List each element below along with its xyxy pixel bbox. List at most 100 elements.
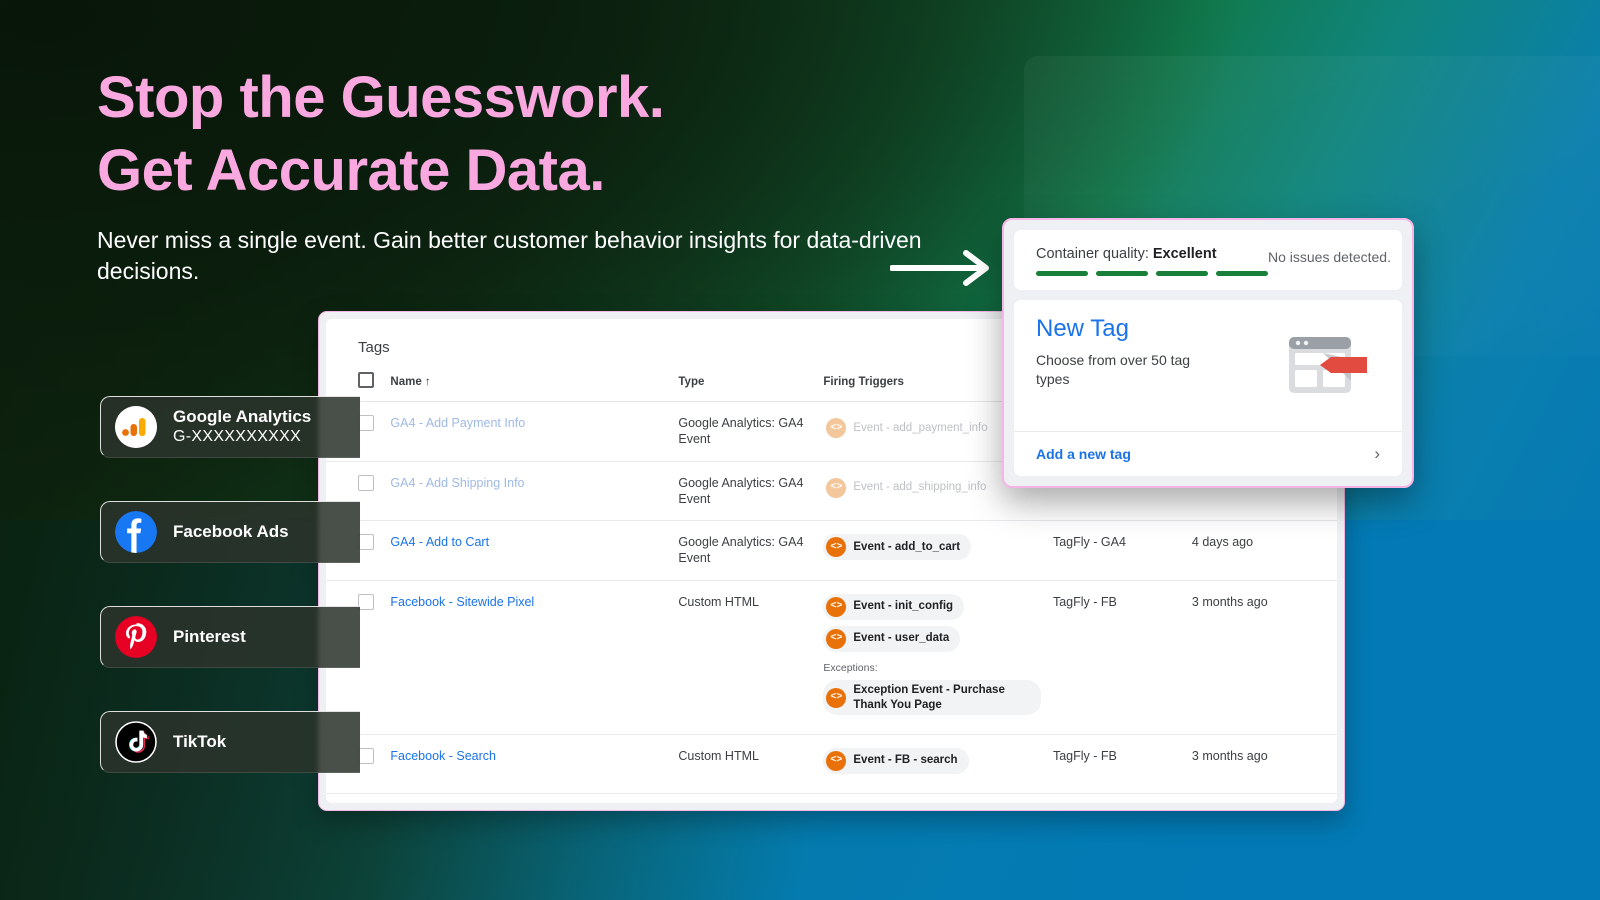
add-new-tag-link[interactable]: Add a new tag [1036, 446, 1131, 462]
platform-card-name: TikTok [173, 732, 227, 751]
headline-line-1: Stop the Guesswork. [97, 65, 665, 130]
code-icon: <> [826, 750, 847, 771]
facebook-icon [115, 511, 157, 553]
hero-subhead: Never miss a single event. Gain better c… [97, 227, 922, 284]
platform-card-tiktok[interactable]: TikTok [100, 711, 360, 773]
column-label-name: Name [390, 375, 422, 388]
cell-tag-name[interactable]: GA4 - Add Payment Info [384, 401, 673, 462]
trigger-chip[interactable]: <> Event - add_to_cart [823, 534, 972, 560]
platform-card-facebook-ads[interactable]: Facebook Ads [100, 501, 360, 563]
cell-tag-name[interactable]: GA4 - Add Shipping Info [384, 461, 673, 521]
cell-tag-type: Pinterest Tag [672, 793, 818, 803]
headline-line-2: Get Accurate Data. [97, 137, 605, 203]
platform-card-google-analytics[interactable]: Google Analytics G-XXXXXXXXXX [100, 396, 360, 458]
page-title: Stop the Guesswork. Get Accurate Data. [97, 62, 927, 207]
platform-card-name: Pinterest [173, 627, 246, 646]
code-icon: <> [826, 687, 847, 708]
tag-name-link[interactable]: GA4 - Add Shipping Info [390, 476, 524, 490]
cell-tag-name[interactable]: Facebook - Search [384, 734, 673, 794]
table-row[interactable]: GA4 - Add to Cart Google Analytics: GA4 E… [326, 520, 1337, 581]
quality-status-text: No issues detected. [1268, 249, 1391, 265]
tag-name-link[interactable]: Facebook - Search [390, 749, 496, 763]
trigger-chip-label: Event - add_to_cart [853, 540, 961, 553]
container-quality-card: Container quality: Excellent No issues d… [1014, 230, 1402, 290]
code-icon: <> [826, 418, 847, 438]
trigger-chip-label: Event - FB - search [853, 754, 958, 767]
cell-tag-name[interactable]: GA4 - Add to Cart [384, 520, 673, 581]
column-header-name[interactable]: Name ↑ [384, 356, 673, 402]
trigger-chip-label: Event - user_data [853, 632, 950, 645]
cell-firing-triggers: <> Event - init_config <> Event - user_data… [817, 580, 1047, 735]
platform-card-id: G-XXXXXXXXXX [173, 427, 302, 445]
new-tag-title: New Tag [1036, 315, 1129, 342]
cell-tag-type: Custom HTML [672, 580, 818, 735]
column-header-type[interactable]: Type [672, 356, 818, 402]
tag-name-link[interactable]: GA4 - Add to Cart [390, 535, 489, 549]
code-icon: <> [826, 596, 847, 617]
arrow-right-icon [889, 248, 998, 288]
platform-card-pinterest[interactable]: Pinterest [100, 606, 360, 668]
tag-name-link[interactable]: GA4 - Add Payment Info [390, 416, 525, 430]
trigger-chip[interactable]: <> Event - init_config [823, 593, 965, 620]
exception-chip[interactable]: <> Exception Event - Purchase Thank You P… [823, 680, 1041, 715]
quality-bars [1036, 271, 1268, 276]
table-row[interactable]: Pinterest - Add to CartPinterest Tag<>Ev… [326, 793, 1337, 803]
trigger-chip-label: Event - add_shipping_info [853, 481, 987, 494]
pinterest-icon [115, 616, 157, 658]
cell-workspace: TagFly - GA4 [1046, 520, 1186, 581]
cell-tag-name[interactable]: Facebook - Sitewide Pixel [384, 580, 673, 735]
trigger-chip[interactable]: <> Event - user_data [823, 625, 961, 652]
trigger-chip[interactable]: <> Event - FB - search [823, 747, 969, 774]
cell-last-modified: 3 months ago [1185, 580, 1337, 735]
cell-tag-type: Google Analytics: GA4 Event [672, 461, 818, 521]
cell-workspace: TagFly - FB [1046, 734, 1186, 794]
tag-name-link[interactable]: Facebook - Sitewide Pixel [390, 595, 534, 609]
exception-chip-label: Exception Event - Purchase Thank You Pag… [853, 684, 1005, 711]
cell-workspace: TagFly - FB [1046, 580, 1186, 735]
cell-last-modified: 4 days ago [1185, 520, 1337, 581]
new-tag-card[interactable]: New Tag Choose from over 50 tag types Ad… [1014, 300, 1402, 476]
quality-label-text: Container quality: [1036, 246, 1149, 262]
chevron-right-icon[interactable]: › [1374, 444, 1380, 464]
tiktok-icon [115, 721, 157, 763]
platform-card-name: Facebook Ads [173, 522, 289, 541]
container-overview-overlay: Container quality: Excellent No issues d… [1002, 218, 1414, 488]
row-checkbox[interactable] [358, 593, 374, 610]
cell-tag-type: Custom HTML [672, 734, 818, 794]
trigger-chip[interactable]: <> Event - add_shipping_info [823, 475, 997, 501]
cell-last-modified: 3 months ago [1185, 734, 1337, 794]
row-checkbox[interactable] [358, 534, 374, 550]
code-icon: <> [826, 477, 847, 498]
promo-banner: Stop the Guesswork. Get Accurate Data. N… [0, 0, 1600, 900]
trigger-chip-label: Event - init_config [853, 600, 954, 613]
container-quality-label: Container quality: Excellent [1036, 246, 1268, 262]
table-row[interactable]: Facebook - Search Custom HTML <> Event - FB… [326, 734, 1337, 794]
select-all-checkbox-cell[interactable] [326, 356, 385, 402]
trigger-chip-label: Event - add_payment_info [853, 421, 988, 434]
quality-value: Excellent [1152, 246, 1217, 262]
row-checkbox[interactable] [358, 415, 374, 431]
cell-tag-type: Google Analytics: GA4 Event [672, 520, 818, 581]
new-tag-description: Choose from over 50 tag types [1036, 352, 1191, 388]
platform-card-name: Google Analytics [173, 406, 312, 426]
row-checkbox[interactable] [358, 747, 374, 764]
cell-firing-triggers: <>Event - pinterest - add_to_cart [817, 793, 1047, 803]
code-icon: <> [826, 628, 847, 649]
add-new-tag-row[interactable]: Add a new tag › [1014, 431, 1402, 476]
table-row[interactable]: Facebook - Sitewide Pixel Custom HTML <> Ev… [326, 580, 1337, 735]
hero-section: Stop the Guesswork. Get Accurate Data. N… [97, 62, 927, 286]
cell-workspace: TagFly - Pinterest [1046, 793, 1186, 803]
new-tag-illustration [1280, 316, 1380, 417]
code-icon: <> [826, 537, 847, 557]
select-all-checkbox[interactable] [358, 372, 374, 388]
cell-tag-name[interactable]: Pinterest - Add to Cart [384, 793, 673, 803]
cell-tag-type: Google Analytics: GA4 Event [672, 401, 818, 462]
cell-firing-triggers: <> Event - add_to_cart [817, 520, 1047, 581]
cell-last-modified: a month ago [1185, 793, 1337, 803]
row-checkbox[interactable] [358, 474, 374, 491]
trigger-chip[interactable]: <> Event - add_payment_info [823, 415, 998, 441]
platform-card-list: Google Analytics G-XXXXXXXXXX Facebook A… [100, 396, 360, 816]
sort-asc-icon: ↑ [424, 375, 431, 388]
cell-firing-triggers: <> Event - FB - search [817, 734, 1047, 794]
google-analytics-icon [115, 406, 157, 448]
